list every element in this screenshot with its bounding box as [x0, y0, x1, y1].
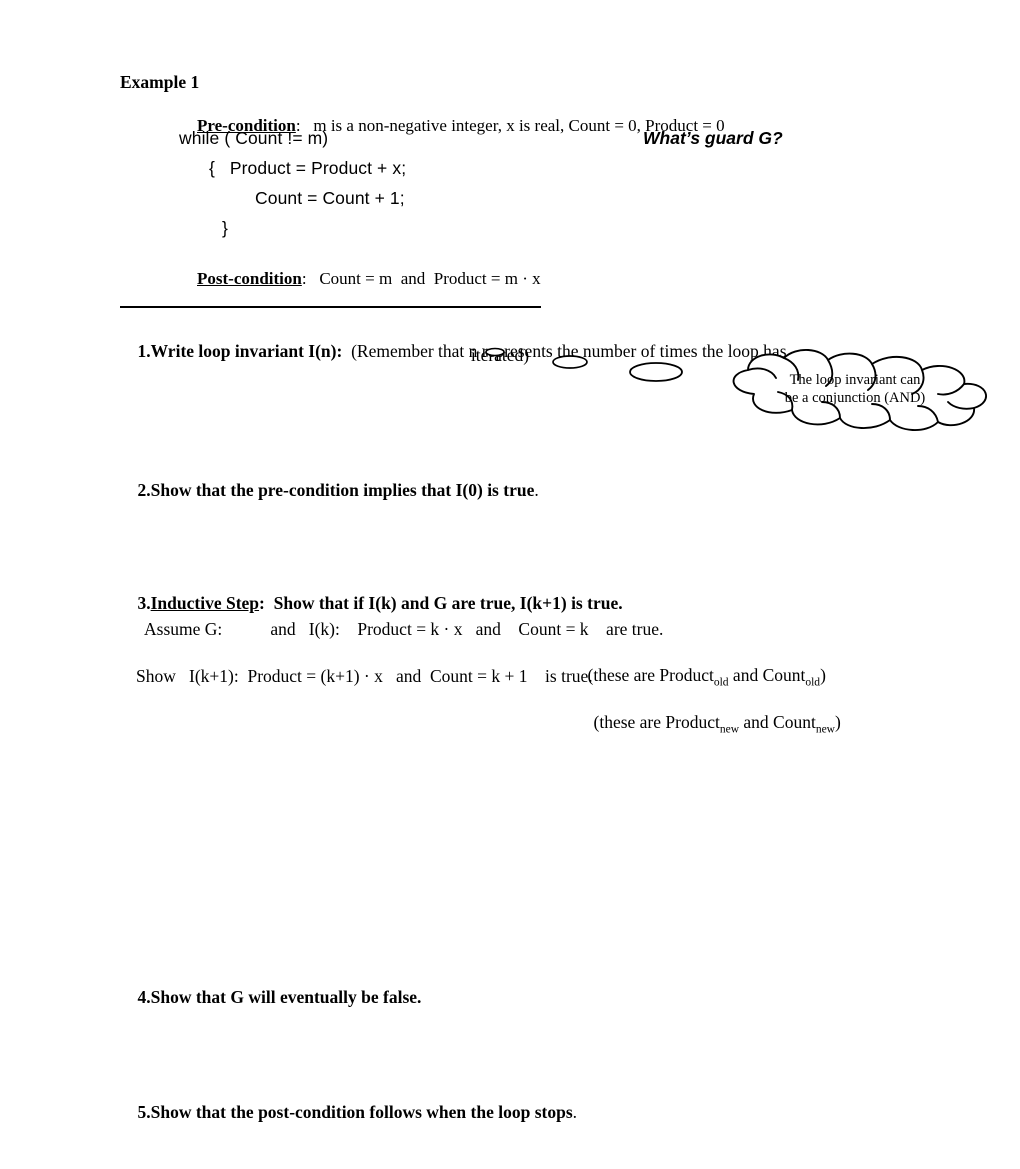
old-note-subscript-1: old	[713, 676, 729, 689]
thought-bubble-large	[629, 362, 683, 382]
inductive-new-note: (these are Productnew and Countnew)	[576, 691, 841, 757]
task-item-5-text: .	[572, 1102, 578, 1122]
new-note-prefix: (these are Product	[593, 712, 720, 732]
task-item-4-number: 4.	[137, 987, 151, 1007]
task-item-4-heading: Show that G will eventually be false.	[150, 987, 422, 1007]
task-item-5-heading: Show that the post-condition follows whe…	[150, 1102, 573, 1122]
thought-bubble-small	[485, 347, 505, 357]
post-condition-text: Count = m and Product = m · x	[306, 269, 541, 288]
code-line-close-brace: }	[222, 218, 228, 238]
new-note-subscript-2: new	[815, 723, 835, 736]
section-divider	[120, 306, 541, 308]
old-note-suffix: )	[820, 665, 826, 685]
old-note-prefix: (these are Product	[587, 665, 714, 685]
guard-question-annotation: What’s guard G?	[643, 128, 783, 148]
post-condition-label: Post-condition	[197, 269, 302, 288]
new-note-subscript-1: new	[719, 723, 740, 736]
task-item-2-heading: Show that the pre-condition implies that…	[150, 480, 535, 500]
thought-bubble-medium	[552, 355, 588, 369]
inductive-show-line: Show I(k+1): Product = (k+1) · x and Cou…	[136, 666, 593, 686]
task-item-2-number: 2.	[137, 480, 151, 500]
task-item-3-underlined-label: Inductive Step	[150, 593, 260, 613]
code-line-count-assignment: Count = Count + 1;	[255, 188, 405, 208]
task-item-2-text: .	[534, 480, 539, 500]
old-note-middle: and Count	[728, 665, 806, 685]
cloud-callout-text: The loop invariant can be a conjunction …	[784, 372, 926, 406]
task-item-4: 4.Show that G will eventually be false.	[120, 966, 422, 1029]
new-note-middle: and Count	[739, 712, 816, 732]
document-page: Example 1 Pre-condition: m is a non-nega…	[0, 0, 1020, 1169]
example-title: Example 1	[120, 72, 200, 92]
task-item-3-number: 3.	[137, 593, 151, 613]
task-item-5: 5.Show that the post-condition follows w…	[120, 1081, 578, 1144]
task-item-2: 2.Show that the pre-condition implies th…	[120, 459, 539, 522]
thought-bubble-trail	[485, 347, 683, 382]
code-line-product-assignment: { Product = Product + x;	[209, 158, 407, 178]
task-item-3-heading: : Show that if I(k) and G are true, I(k+…	[259, 593, 623, 613]
code-line-while: while ( Count != m)	[179, 128, 329, 148]
post-condition-line: Post-condition: Count = m and Product = …	[180, 249, 541, 309]
inductive-assume-line: Assume G: and I(k): Product = k · x and …	[144, 619, 664, 639]
old-note-subscript-2: old	[805, 676, 821, 689]
new-note-suffix: )	[835, 712, 841, 732]
task-item-5-number: 5.	[137, 1102, 151, 1122]
